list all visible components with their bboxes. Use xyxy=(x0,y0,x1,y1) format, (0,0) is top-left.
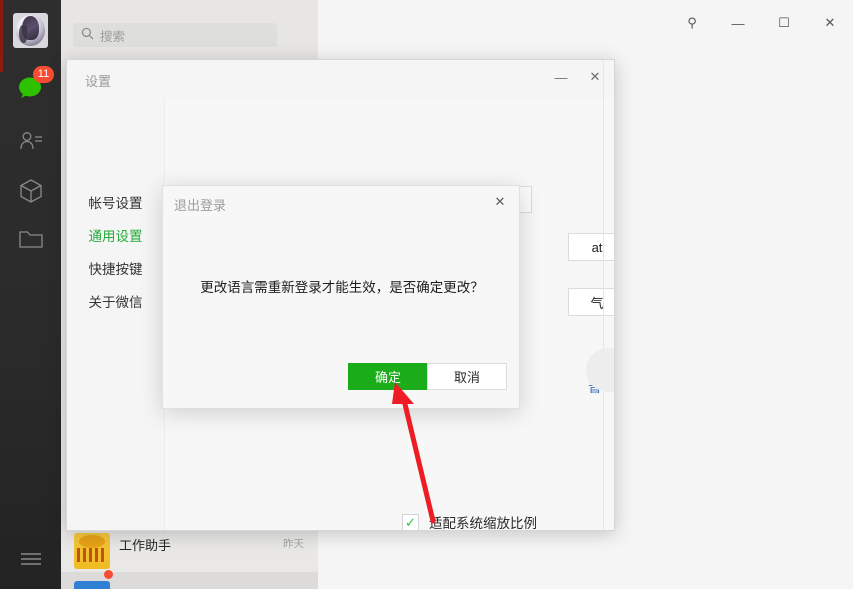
chat-time: 昨天 xyxy=(283,536,304,551)
rail-item-files[interactable] xyxy=(0,220,61,260)
avatar-hair-side xyxy=(19,25,27,43)
checkbox-label: 适配系统缩放比例 xyxy=(429,512,537,531)
chat-unread-dot xyxy=(104,570,113,579)
settings-window-controls: — ✕ xyxy=(544,62,612,92)
list-item[interactable] xyxy=(61,572,318,589)
chat-avatar xyxy=(74,581,110,589)
settings-window-title: 设置 xyxy=(85,71,111,90)
confirm-button[interactable]: 确定 xyxy=(348,363,428,390)
dialog-title: 退出登录 xyxy=(174,195,226,214)
cancel-button[interactable]: 取消 xyxy=(427,363,507,390)
settings-close-button[interactable]: ✕ xyxy=(578,62,612,92)
sidebar-item-shortcuts[interactable]: 快捷按键 xyxy=(67,251,164,284)
confirm-dialog: 退出登录 ✕ 更改语言需重新登录才能生效，是否确定更改？ 确定 取消 xyxy=(162,185,520,409)
rail-hamburger-menu[interactable] xyxy=(0,540,61,580)
search-placeholder: 搜索 xyxy=(100,26,125,45)
maximize-button[interactable]: ☐ xyxy=(761,6,807,40)
search-input[interactable]: 搜索 xyxy=(73,23,277,47)
avatar[interactable] xyxy=(13,13,48,48)
partial-control-upper[interactable]: at xyxy=(568,233,615,261)
close-icon[interactable]: ✕ xyxy=(487,190,513,214)
sidebar-item-about-wechat[interactable]: 关于微信 xyxy=(67,284,164,317)
window-controls: ⚲ — ☐ ✕ xyxy=(669,0,853,46)
mini-programs-icon xyxy=(18,178,44,207)
minimize-button[interactable]: — xyxy=(715,6,761,40)
chat-avatar xyxy=(74,533,110,569)
search-row: 搜索 + xyxy=(61,0,318,55)
search-icon xyxy=(81,27,94,43)
left-nav-rail: 11 xyxy=(0,0,61,589)
close-button[interactable]: ✕ xyxy=(807,6,853,40)
sidebar-item-account-settings[interactable]: 帐号设置 xyxy=(67,185,164,218)
partial-control-lower[interactable]: 气 xyxy=(568,288,615,316)
settings-minimize-button[interactable]: — xyxy=(544,62,578,92)
rail-item-mini-programs[interactable] xyxy=(0,172,61,212)
contacts-icon xyxy=(18,129,44,156)
settings-titlebar[interactable]: 设置 — ✕ xyxy=(67,60,614,98)
hamburger-menu-icon xyxy=(19,551,43,570)
scrollbar-track[interactable] xyxy=(603,60,604,531)
files-icon xyxy=(18,228,44,253)
checkbox-scale-to-system[interactable]: ✓ 适配系统缩放比例 xyxy=(402,512,537,531)
rail-item-contacts[interactable] xyxy=(0,122,61,162)
dialog-message: 更改语言需重新登录才能生效，是否确定更改？ xyxy=(163,276,521,296)
rail-accent-line xyxy=(0,0,3,72)
settings-nav: 帐号设置 通用设置 快捷按键 关于微信 xyxy=(67,98,164,531)
checkbox-box: ✓ xyxy=(402,514,419,531)
sidebar-item-general-settings[interactable]: 通用设置 xyxy=(67,218,164,251)
chat-unread-badge: 11 xyxy=(33,66,54,83)
pin-window-button[interactable]: ⚲ xyxy=(669,6,715,40)
chat-title: 工作助手 xyxy=(119,535,171,554)
